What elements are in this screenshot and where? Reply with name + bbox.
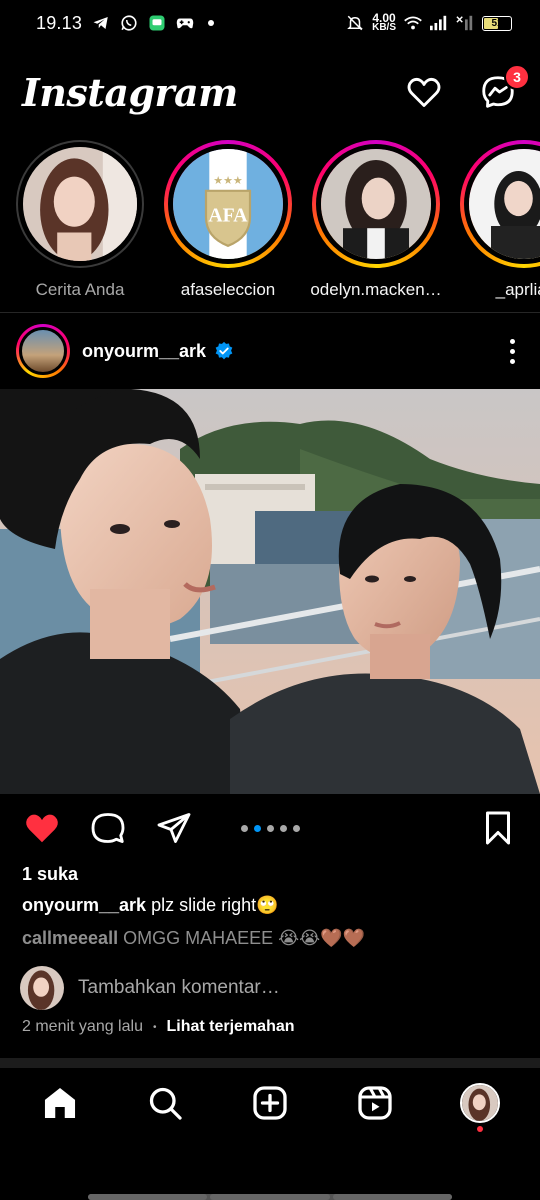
story-afaseleccion[interactable]: AFA ★★★ afaseleccion [164, 140, 292, 310]
caption-text: plz slide right🙄 [146, 895, 279, 915]
carousel-indicator [0, 806, 540, 850]
comment-username: callmeeeall [22, 928, 119, 948]
profile-notification-dot [476, 1126, 483, 1132]
nav-search[interactable] [138, 1076, 192, 1130]
messages-icon [148, 14, 166, 32]
post-caption: onyourm__ark plz slide right🙄 [22, 895, 279, 916]
carousel-dot [240, 824, 248, 832]
story-label: Cerita Anda [35, 280, 125, 299]
telegram-icon [92, 14, 110, 32]
nav-profile[interactable] [453, 1076, 507, 1132]
heart-outline-icon [407, 77, 441, 107]
story-label: afaseleccion [180, 280, 276, 299]
story-avatar [316, 144, 436, 264]
messenger-badge: 3 [504, 64, 530, 90]
nav-create[interactable] [243, 1076, 297, 1130]
post-header: onyourm__ark [0, 322, 540, 380]
mute-icon [346, 14, 364, 32]
status-time: 19.13 [36, 12, 83, 33]
like-count[interactable]: 1 suka [22, 864, 78, 885]
reels-icon [358, 1086, 392, 1120]
carousel-dot [279, 824, 287, 832]
post-meta: 2 menit yang lalu • Lihat terjemahan [22, 1018, 295, 1036]
svg-text:AFA: AFA [208, 205, 248, 227]
comment-button[interactable] [86, 806, 130, 850]
afa-logo-icon: AFA ★★★ [168, 144, 288, 264]
signal-icon [430, 14, 448, 32]
stories-tray: Cerita Anda AFA ★★★ afaseleccion odelyn.… [0, 140, 540, 310]
battery-icon: 51 [482, 15, 512, 31]
signal-x-icon [456, 14, 474, 32]
net-speed: 4.00 KB/S [372, 11, 396, 33]
heart-filled-icon [26, 814, 58, 843]
current-user-avatar [20, 966, 64, 1010]
profile-avatar [459, 1083, 500, 1123]
gamepad-icon [176, 14, 194, 32]
see-translation-link[interactable]: Lihat terjemahan [166, 1018, 294, 1036]
notifications-button[interactable] [404, 72, 444, 112]
feed-separator [0, 1058, 540, 1068]
instagram-logo: Instagram [22, 69, 238, 115]
story-label: _aprliar [495, 280, 540, 299]
post-actions [0, 806, 540, 850]
story-aprliar[interactable]: _aprliar [460, 140, 540, 310]
messenger-button[interactable]: 3 [478, 64, 530, 112]
home-icon [45, 1087, 76, 1119]
dot-icon [208, 20, 215, 26]
meta-separator: • [152, 1021, 157, 1033]
like-button[interactable] [20, 806, 64, 850]
status-bar: 19.13 4.00 KB/S 51 [0, 0, 540, 46]
svg-text:★★★: ★★★ [213, 175, 243, 187]
system-gesture-bar[interactable] [88, 1194, 452, 1200]
create-icon [253, 1086, 287, 1120]
nav-home[interactable] [33, 1076, 87, 1130]
story-odelyn[interactable]: odelyn.macken… [310, 140, 442, 310]
search-icon [150, 1087, 182, 1120]
post-timestamp: 2 menit yang lalu [22, 1018, 143, 1035]
comment-icon [91, 813, 125, 843]
story-own[interactable]: Cerita Anda [16, 140, 144, 310]
post-more-options-button[interactable] [500, 331, 524, 371]
story-label: odelyn.macken… [310, 280, 442, 299]
post-image[interactable] [0, 389, 540, 794]
carousel-dot [292, 824, 300, 832]
caption-username[interactable]: onyourm__ark [22, 895, 146, 915]
nav-reels[interactable] [348, 1076, 402, 1130]
verified-badge-icon [215, 341, 233, 360]
whatsapp-icon [120, 14, 138, 32]
story-avatar [18, 142, 142, 266]
comment-preview[interactable]: callmeeeall OMGG MAHAEEE 😭😭🤎🤎 [22, 928, 365, 949]
send-icon [157, 813, 191, 843]
add-comment-input[interactable]: Tambahkan komentar… [78, 977, 280, 999]
post-username[interactable]: onyourm__ark [82, 341, 206, 362]
add-comment-row[interactable]: Tambahkan komentar… [20, 966, 280, 1010]
bottom-navigation [0, 1068, 540, 1138]
divider [0, 312, 540, 313]
carousel-dot [266, 824, 274, 832]
app-header: Instagram 3 [0, 60, 540, 124]
save-button[interactable] [476, 806, 520, 850]
post-author-avatar[interactable] [16, 324, 70, 378]
story-avatar [464, 144, 540, 264]
carousel-dot-active [253, 824, 261, 832]
share-button[interactable] [152, 806, 196, 850]
comment-text: OMGG MAHAEEE 😭😭🤎🤎 [118, 928, 365, 948]
wifi-icon [404, 14, 422, 32]
bookmark-icon [486, 811, 510, 845]
